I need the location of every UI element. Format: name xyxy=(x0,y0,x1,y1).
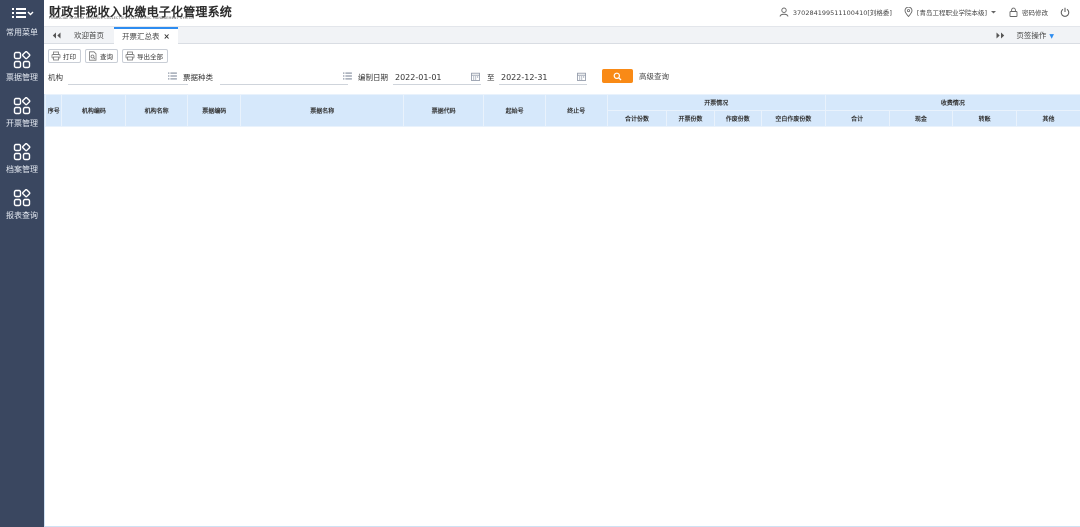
double-chevron-right-icon xyxy=(996,32,1004,39)
user-info[interactable]: 370284199511100410[刘格委] xyxy=(779,7,892,17)
advanced-query-link[interactable]: 高级查询 xyxy=(639,71,669,82)
org-label: 机构 xyxy=(48,73,63,82)
lock-icon xyxy=(1009,7,1018,17)
filter-bar: 机构 票据种类 编制日期 至 高级查询 xyxy=(44,67,1080,87)
col-header-end-no[interactable]: 终止号 xyxy=(544,94,608,127)
power-icon xyxy=(1060,7,1070,17)
user-icon xyxy=(779,7,789,17)
col-header-org-code[interactable]: 机构编码 xyxy=(61,94,127,127)
logout-button[interactable] xyxy=(1060,7,1070,17)
menu-list-icon xyxy=(12,8,34,18)
col-header-collect-total[interactable]: 合计 xyxy=(824,110,890,127)
tab-invoice-summary[interactable]: 开票汇总表 × xyxy=(114,27,178,44)
double-chevron-left-icon xyxy=(52,32,60,39)
printer-export-icon xyxy=(125,51,135,61)
top-header: 财政非税收入收缴电子化管理系统 FINANCIAL NONTAX REVENUE… xyxy=(44,0,1080,24)
menu-toggle-button[interactable] xyxy=(0,0,44,26)
printer-icon xyxy=(51,51,61,61)
tab-scroll-left-button[interactable] xyxy=(48,27,64,44)
sidebar-item-bill-management[interactable]: 票据管理 xyxy=(0,50,44,98)
bill-type-input[interactable] xyxy=(220,70,348,85)
summary-table-container: 序号 机构编码 机构名称 票据编码 票据名称 票据代码 起始号 终止号 开票情况… xyxy=(44,94,1080,527)
common-menu-label[interactable]: 常用菜单 xyxy=(0,26,44,40)
chevron-down-icon xyxy=(991,10,996,13)
export-all-label: 导出全部 xyxy=(137,53,163,61)
col-header-bill-number[interactable]: 票据代码 xyxy=(402,94,485,127)
org-name-text: [青岛工程职业学院本级] xyxy=(916,9,987,17)
col-header-issued[interactable]: 开票份数 xyxy=(666,110,715,127)
password-change-link[interactable]: 密码修改 xyxy=(1009,7,1048,17)
password-change-label: 密码修改 xyxy=(1022,9,1048,17)
tab-label: 开票汇总表 xyxy=(122,32,160,41)
location-pin-icon xyxy=(904,7,913,17)
tab-welcome[interactable]: 欢迎首页 xyxy=(66,27,112,44)
bill-type-label: 票据种类 xyxy=(183,73,213,82)
sidebar-item-label: 开票管理 xyxy=(6,119,38,128)
col-header-bill-code[interactable]: 票据编码 xyxy=(186,94,242,127)
group-header-issue: 开票情况 xyxy=(606,94,826,111)
apps-icon xyxy=(13,188,31,208)
col-header-issue-total[interactable]: 合计份数 xyxy=(606,110,668,127)
calendar-icon[interactable] xyxy=(471,72,480,83)
date-to-label: 至 xyxy=(487,73,495,82)
tab-scroll-right-button[interactable] xyxy=(992,27,1008,44)
search-button[interactable] xyxy=(602,69,633,83)
sidebar-item-label: 票据管理 xyxy=(6,73,38,82)
document-search-icon xyxy=(89,51,97,61)
query-label: 查询 xyxy=(100,53,113,61)
col-header-blank-voided[interactable]: 空白作废份数 xyxy=(760,110,826,127)
date-from-input[interactable] xyxy=(393,70,481,85)
tab-ops-label: 页签操作 xyxy=(1016,31,1047,40)
list-picker-icon[interactable] xyxy=(168,72,177,82)
group-header-collect: 收费情况 xyxy=(824,94,1080,111)
col-header-transfer[interactable]: 转账 xyxy=(952,110,1018,127)
tab-operations-menu[interactable]: 页签操作 ▼ xyxy=(1016,27,1054,44)
caret-down-icon: ▼ xyxy=(1049,33,1054,40)
sidebar-item-label: 档案管理 xyxy=(6,165,38,174)
print-label: 打印 xyxy=(63,53,76,61)
col-header-other[interactable]: 其他 xyxy=(1016,110,1080,127)
col-header-cash[interactable]: 现金 xyxy=(888,110,954,127)
left-sidebar: 常用菜单 票据管理 开票管理 档案管理 报表查询 xyxy=(0,0,44,527)
tab-label: 欢迎首页 xyxy=(74,31,104,40)
apps-icon xyxy=(13,142,31,162)
sidebar-item-report-query[interactable]: 报表查询 xyxy=(0,188,44,236)
close-icon[interactable]: × xyxy=(164,32,170,41)
sidebar-item-label: 报表查询 xyxy=(6,211,38,220)
sidebar-item-archive-management[interactable]: 档案管理 xyxy=(0,142,44,190)
print-button[interactable]: 打印 xyxy=(48,49,81,63)
col-header-index[interactable]: 序号 xyxy=(44,94,63,127)
col-header-voided[interactable]: 作废份数 xyxy=(713,110,762,127)
list-picker-icon[interactable] xyxy=(343,72,352,82)
apps-icon xyxy=(13,96,31,116)
sidebar-item-invoice-management[interactable]: 开票管理 xyxy=(0,96,44,144)
date-to-input[interactable] xyxy=(499,70,587,85)
search-icon xyxy=(613,72,622,80)
org-selector[interactable]: [青岛工程职业学院本级] xyxy=(904,7,997,17)
apps-icon xyxy=(13,50,31,70)
tab-bar: 欢迎首页 开票汇总表 × 页签操作 ▼ xyxy=(44,26,1080,44)
export-all-button[interactable]: 导出全部 xyxy=(122,49,168,63)
query-button[interactable]: 查询 xyxy=(85,49,118,63)
toolbar: 打印 查询 导出全部 xyxy=(44,47,168,65)
user-id-text: 370284199511100410[刘格委] xyxy=(792,9,892,17)
col-header-bill-name[interactable]: 票据名称 xyxy=(240,94,404,127)
col-header-start-no[interactable]: 起始号 xyxy=(483,94,546,127)
invoice-summary-table: 序号 机构编码 机构名称 票据编码 票据名称 票据代码 起始号 终止号 开票情况… xyxy=(44,94,1080,127)
col-header-org-name[interactable]: 机构名称 xyxy=(125,94,188,127)
app-subtitle: FINANCIAL NONTAX REVENUE COLLECTION ELEC… xyxy=(49,16,195,20)
calendar-icon[interactable] xyxy=(577,72,586,83)
date-label: 编制日期 xyxy=(358,73,388,82)
header-user-area: 370284199511100410[刘格委] [青岛工程职业学院本级] 密码修… xyxy=(779,0,1080,24)
